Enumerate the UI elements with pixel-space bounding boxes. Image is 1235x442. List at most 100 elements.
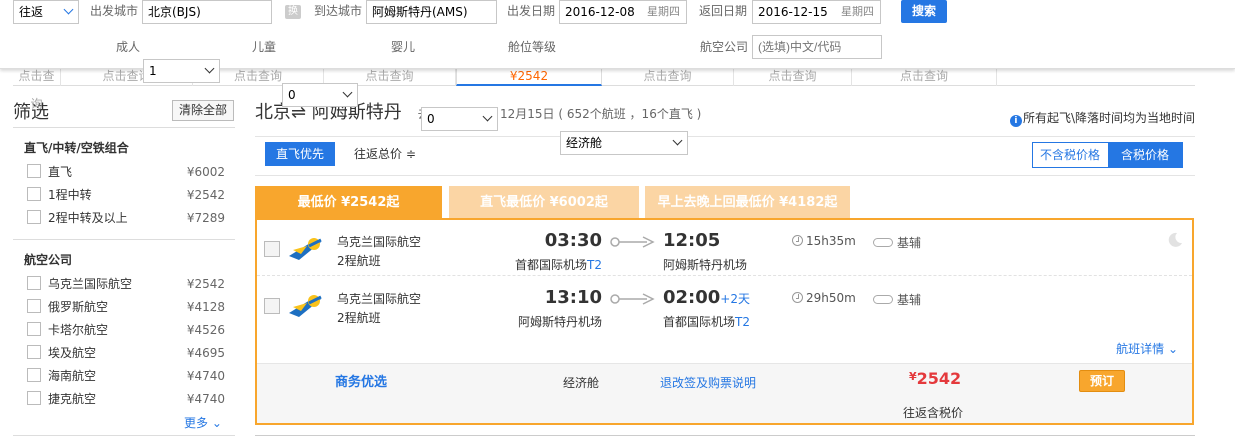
to-city-value: 阿姆斯特丹(AMS)	[372, 5, 468, 19]
filter-option-price: ¥2542	[186, 188, 225, 202]
more-airlines-link[interactable]: 更多 ⌄	[184, 414, 222, 431]
change-refund-rules-link[interactable]: 退改签及购票说明	[660, 374, 756, 391]
departure-airport: 阿姆斯特丹机场	[472, 313, 602, 330]
book-button[interactable]: 预订	[1079, 370, 1125, 392]
filter-option[interactable]: 埃及航空 ¥4695	[13, 343, 235, 366]
filter-option-label: 乌克兰国际航空	[48, 277, 133, 291]
duration-value: 15h35m	[806, 234, 856, 248]
tax-toggle: 不含税价格 含税价格	[1032, 142, 1183, 168]
depart-date-label: 出发日期	[507, 4, 556, 18]
filter-option-label: 海南航空	[48, 369, 97, 383]
arrival-time-value: 02:00	[663, 287, 721, 308]
arrival-airport: 阿姆斯特丹机场	[663, 256, 747, 273]
filter-option-price: ¥4695	[186, 346, 225, 360]
departure-time: 13:10	[544, 287, 602, 308]
filter-option[interactable]: 乌克兰国际航空 ¥2542	[13, 274, 235, 297]
airline-input[interactable]	[752, 35, 882, 59]
checkbox[interactable]	[27, 299, 41, 313]
return-date-input[interactable]: 2016-12-15 星期四	[752, 0, 881, 24]
chevron-down-icon	[672, 135, 683, 146]
checkbox[interactable]	[27, 210, 41, 224]
checkbox[interactable]	[27, 345, 41, 359]
checkbox[interactable]	[27, 322, 41, 336]
flight-number[interactable]: 2程航班	[337, 252, 381, 269]
trip-type-value: 往返	[19, 5, 44, 19]
filter-option-price: ¥7289	[186, 211, 225, 225]
to-city-input[interactable]: 阿姆斯特丹(AMS)	[366, 0, 497, 24]
return-weekday: 星期四	[841, 5, 874, 18]
checkbox[interactable]	[27, 187, 41, 201]
cabin-select[interactable]: 经济舱	[560, 131, 688, 155]
filter-option[interactable]: 海南航空 ¥4740	[13, 366, 235, 389]
flight-leg-return: 乌克兰国际航空 2程航班 13:10 阿姆斯特丹机场 02:00+2天 首都国际…	[257, 277, 1192, 333]
flight-number[interactable]: 2程航班	[337, 309, 381, 326]
filter-option-price: ¥2542	[186, 277, 225, 291]
tax-note: 往返含税价	[903, 406, 964, 420]
sort-round-total[interactable]: 往返总价 ≑	[354, 145, 416, 162]
tab-morning-evening-lowest[interactable]: 早上去晚上回最低价 ¥4182起	[645, 186, 850, 219]
depart-date-value: 2016-12-08	[565, 5, 635, 19]
return-date-label: 返回日期	[699, 4, 748, 18]
infant-value: 0	[427, 112, 435, 126]
filter-option-label: 卡塔尔航空	[48, 323, 109, 337]
clear-all-button[interactable]: 清除全部	[172, 100, 234, 121]
checkbox[interactable]	[27, 391, 41, 405]
clock-icon	[792, 235, 803, 246]
arrival-airport-name: 阿姆斯特丹机场	[663, 258, 748, 272]
no-tax-price-tab[interactable]: 不含税价格	[1033, 143, 1107, 167]
from-city-value: 北京(BJS)	[148, 5, 201, 19]
departure-airport-name: 首都国际机场	[515, 258, 588, 272]
child-value: 0	[288, 88, 296, 102]
to-label: 到达城市	[314, 4, 363, 18]
swap-label: 换	[288, 6, 298, 17]
filter-option[interactable]: 2程中转及以上 ¥7289	[13, 208, 235, 231]
transfer-icon	[873, 295, 893, 304]
direct-first-button[interactable]: 直飞优先	[265, 142, 335, 166]
return-date-value: 2016-12-15	[758, 5, 828, 19]
departure-airport-name: 阿姆斯特丹机场	[517, 315, 602, 329]
fare-price: ¥2542	[909, 369, 961, 388]
moon-icon	[1168, 232, 1182, 247]
arrival-time: 02:00+2天	[663, 287, 750, 308]
checkbox[interactable]	[27, 368, 41, 382]
airline-logo-icon	[289, 295, 322, 317]
search-button[interactable]: 搜索	[901, 0, 947, 23]
leg-checkbox[interactable]	[264, 298, 280, 314]
child-select[interactable]: 0	[282, 83, 358, 107]
from-city-input[interactable]: 北京(BJS)	[142, 0, 272, 24]
airline-filter-title: 航空公司	[24, 253, 73, 267]
filter-option-price: ¥4128	[186, 300, 225, 314]
tab-direct-lowest[interactable]: 直飞最低价 ¥6002起	[449, 186, 639, 219]
cabin-label: 舱位等级	[508, 40, 557, 54]
cabin-value: 经济舱	[566, 136, 603, 150]
adult-value: 1	[149, 64, 157, 78]
arrival-time: 12:05	[663, 230, 720, 251]
filter-option-price: ¥4740	[186, 369, 225, 383]
business-select-label: 商务优选	[335, 375, 388, 390]
transfer-city: 基辅	[873, 291, 921, 308]
tab-lowest-price[interactable]: 最低价 ¥2542起	[255, 186, 442, 219]
checkbox[interactable]	[27, 276, 41, 290]
trip-type-select[interactable]: 往返	[13, 0, 79, 24]
flight-arrow-icon	[610, 293, 655, 305]
duration-value: 29h50m	[806, 291, 856, 305]
terminal: T2	[735, 315, 750, 329]
with-tax-price-tab[interactable]: 含税价格	[1108, 143, 1182, 167]
fare-row: 商务优选 经济舱 退改签及购票说明 ¥2542 预订 往返含税价	[257, 363, 1192, 423]
chevron-down-icon: ⌄	[1167, 342, 1178, 356]
chevron-down-icon	[482, 111, 493, 122]
depart-date-input[interactable]: 2016-12-08 星期四	[559, 0, 687, 24]
filter-option[interactable]: 俄罗斯航空 ¥4128	[13, 297, 235, 320]
adult-select[interactable]: 1	[143, 59, 220, 83]
leg-checkbox[interactable]	[264, 241, 280, 257]
filter-option[interactable]: 卡塔尔航空 ¥4526	[13, 320, 235, 343]
filter-option[interactable]: 捷克航空 ¥4740	[13, 389, 235, 412]
filter-option[interactable]: 1程中转 ¥2542	[13, 185, 235, 208]
infant-select[interactable]: 0	[421, 107, 498, 131]
swap-icon[interactable]: 换	[285, 5, 301, 19]
filter-option[interactable]: 直飞 ¥6002	[13, 162, 235, 185]
checkbox[interactable]	[27, 164, 41, 178]
transfer-icon	[873, 238, 893, 247]
filter-option-label: 直飞	[48, 165, 73, 179]
flight-details-link[interactable]: 航班详情 ⌄	[1116, 340, 1178, 357]
